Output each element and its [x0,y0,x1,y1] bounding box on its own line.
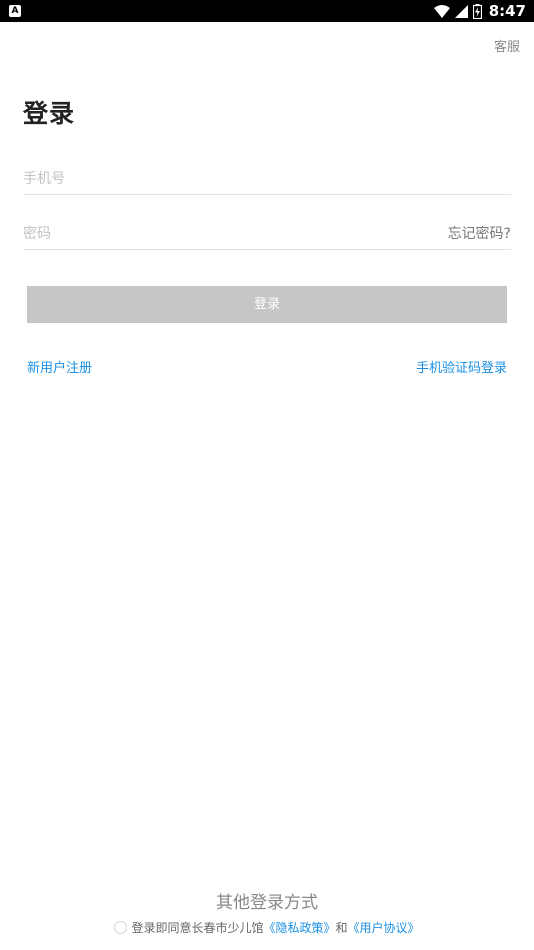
page-title: 登录 [23,99,76,128]
notification-icon: A [9,5,21,17]
agreement-text: 登录即同意长春市少儿馆 [131,921,264,935]
status-time: 8:47 [488,2,526,20]
password-field: 忘记密码? [23,219,511,250]
agree-checkbox[interactable] [114,921,128,934]
privacy-policy-link[interactable]: 《隐私政策》 [263,919,335,936]
forgot-password-link[interactable]: 忘记密码? [448,219,511,249]
agreement-row: 登录即同意长春市少儿馆 《隐私政策》 和 《用户协议》 [0,919,534,936]
status-bar: A 8:47 [0,0,534,22]
login-button[interactable]: 登录 [27,286,507,323]
battery-charging-icon [472,3,482,19]
status-icons: 8:47 [433,0,526,22]
other-login-label[interactable]: 其他登录方式 [0,888,534,913]
register-link[interactable]: 新用户注册 [27,357,92,376]
agreement-and: 和 [335,921,348,935]
phone-field [23,164,511,195]
customer-service-link[interactable]: 客服 [494,36,520,55]
user-agreement-link[interactable]: 《用户协议》 [348,919,420,936]
wifi-icon [433,4,450,18]
signal-icon [454,4,468,18]
sms-login-link[interactable]: 手机验证码登录 [416,357,507,376]
phone-input[interactable] [23,164,423,194]
password-input[interactable] [23,219,423,249]
